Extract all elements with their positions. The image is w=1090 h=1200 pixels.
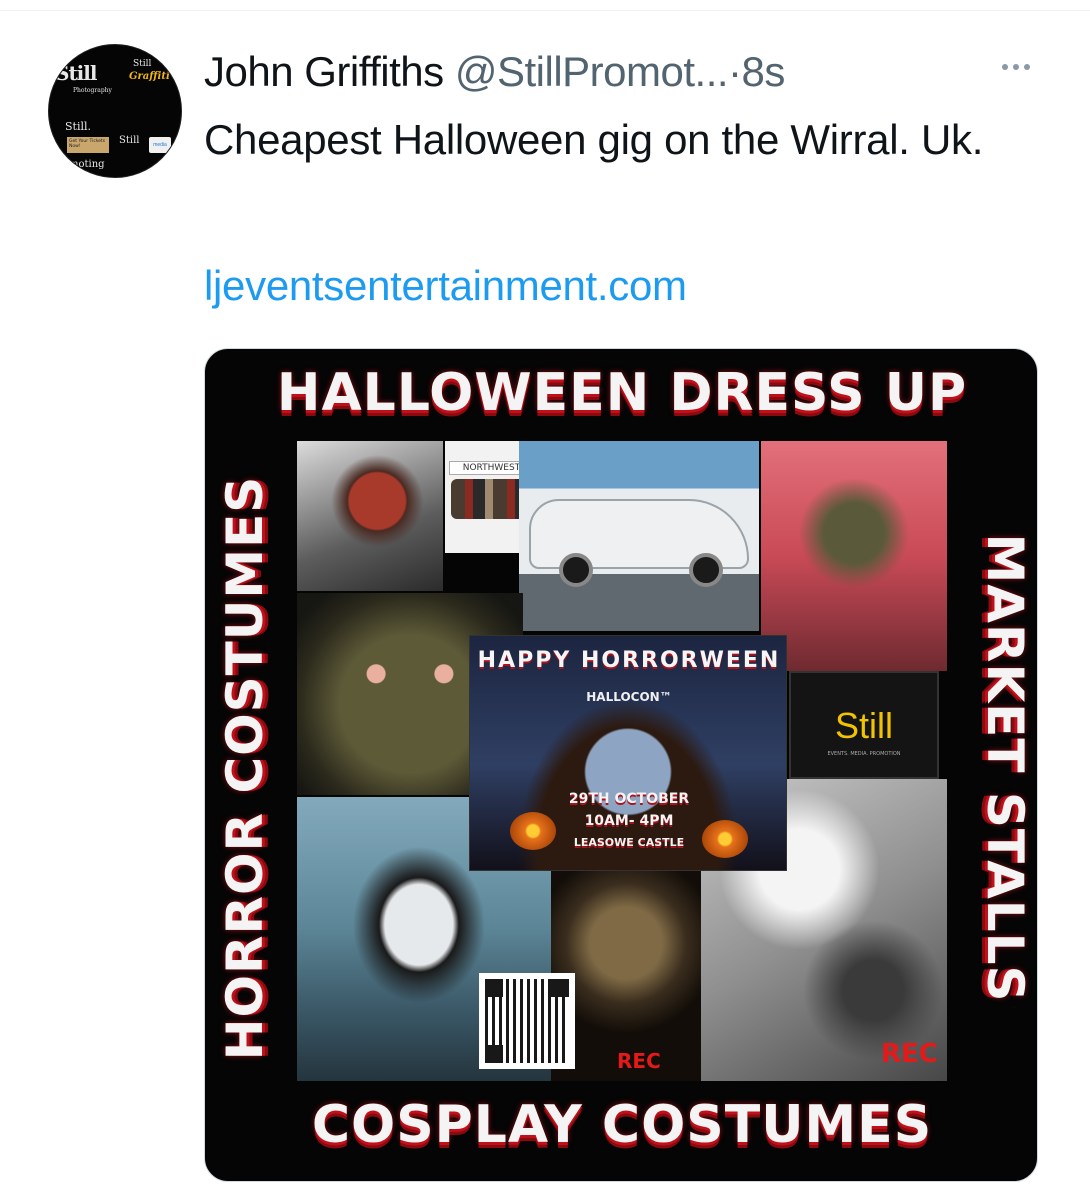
poster-time: 10AM- 4PM [584, 813, 674, 829]
banner-bottom: COSPLAY COSTUMES [311, 1095, 933, 1155]
separator-dot: · [728, 48, 742, 95]
rec-logo: REC [617, 1049, 661, 1073]
avatar-text-graffiti: Graffiti [129, 71, 170, 82]
more-options-button[interactable] [996, 52, 1036, 82]
tweet-media-image[interactable]: NORTHWESTCUSTOM3D HAPPY HORRORWEEN HALLO… [204, 348, 1038, 1182]
poster-venue: LEASOWE CASTLE [573, 836, 685, 849]
car-wheel [689, 553, 723, 587]
avatar-text-still-3: Still. [65, 120, 92, 133]
poster-title: HAPPY HORRORWEEN [477, 648, 781, 673]
banner-left: HORROR COSTUMES [216, 475, 274, 1061]
tweet-header: John Griffiths @StillPromot...·8s [204, 44, 1064, 100]
still-logo: Still [834, 705, 893, 746]
tweet-text: Cheapest Halloween gig on the Wirral. Uk… [204, 116, 984, 163]
author-handle[interactable]: @StillPromot... [455, 48, 729, 95]
banner-right: MARKET STALLS [976, 533, 1034, 1003]
avatar-text-still-2: Still [133, 59, 152, 69]
poster-details: 29TH OCTOBER 10AM- 4PM LEASOWE CASTLE [470, 788, 786, 854]
poster-date: 29TH OCTOBER [568, 791, 690, 807]
event-poster: HAPPY HORRORWEEN HALLOCON™ 29TH OCTOBER … [469, 635, 787, 871]
still-logo-sub: EVENTS. MEDIA. PROMOTION [827, 751, 901, 757]
tweet-timestamp[interactable]: 8s [742, 48, 786, 95]
avatar-text-still: Still [55, 61, 97, 85]
poster-hallocon: HALLOCON™ [586, 690, 672, 704]
banner-top: HALLOWEEN DRESS UP [276, 363, 968, 423]
ghostbusters-car-photo [519, 441, 759, 631]
rec-logo: REC [881, 1039, 938, 1069]
avatar-text-moting: moting [69, 159, 105, 170]
car-wheel [559, 553, 593, 587]
tweet-link[interactable]: ljeventsentertainment.com [204, 256, 687, 316]
avatar-media-badge: media [149, 137, 171, 153]
avatar-ticket-badge: Get Your Tickets Now! [67, 137, 109, 153]
top-divider [0, 10, 1090, 11]
qr-code-icon [485, 979, 569, 1063]
avatar-text-photography: Photography [73, 87, 112, 94]
author-name[interactable]: John Griffiths [204, 48, 444, 95]
reaper-photo [761, 441, 947, 671]
pumpkin-head-photo [297, 441, 443, 591]
avatar[interactable]: Still Photography Still Graffiti Still. … [48, 44, 182, 178]
qr-code [479, 973, 575, 1069]
avatar-text-still-4: Still [119, 135, 140, 146]
still-logo-tile: Still EVENTS. MEDIA. PROMOTION [789, 671, 939, 779]
